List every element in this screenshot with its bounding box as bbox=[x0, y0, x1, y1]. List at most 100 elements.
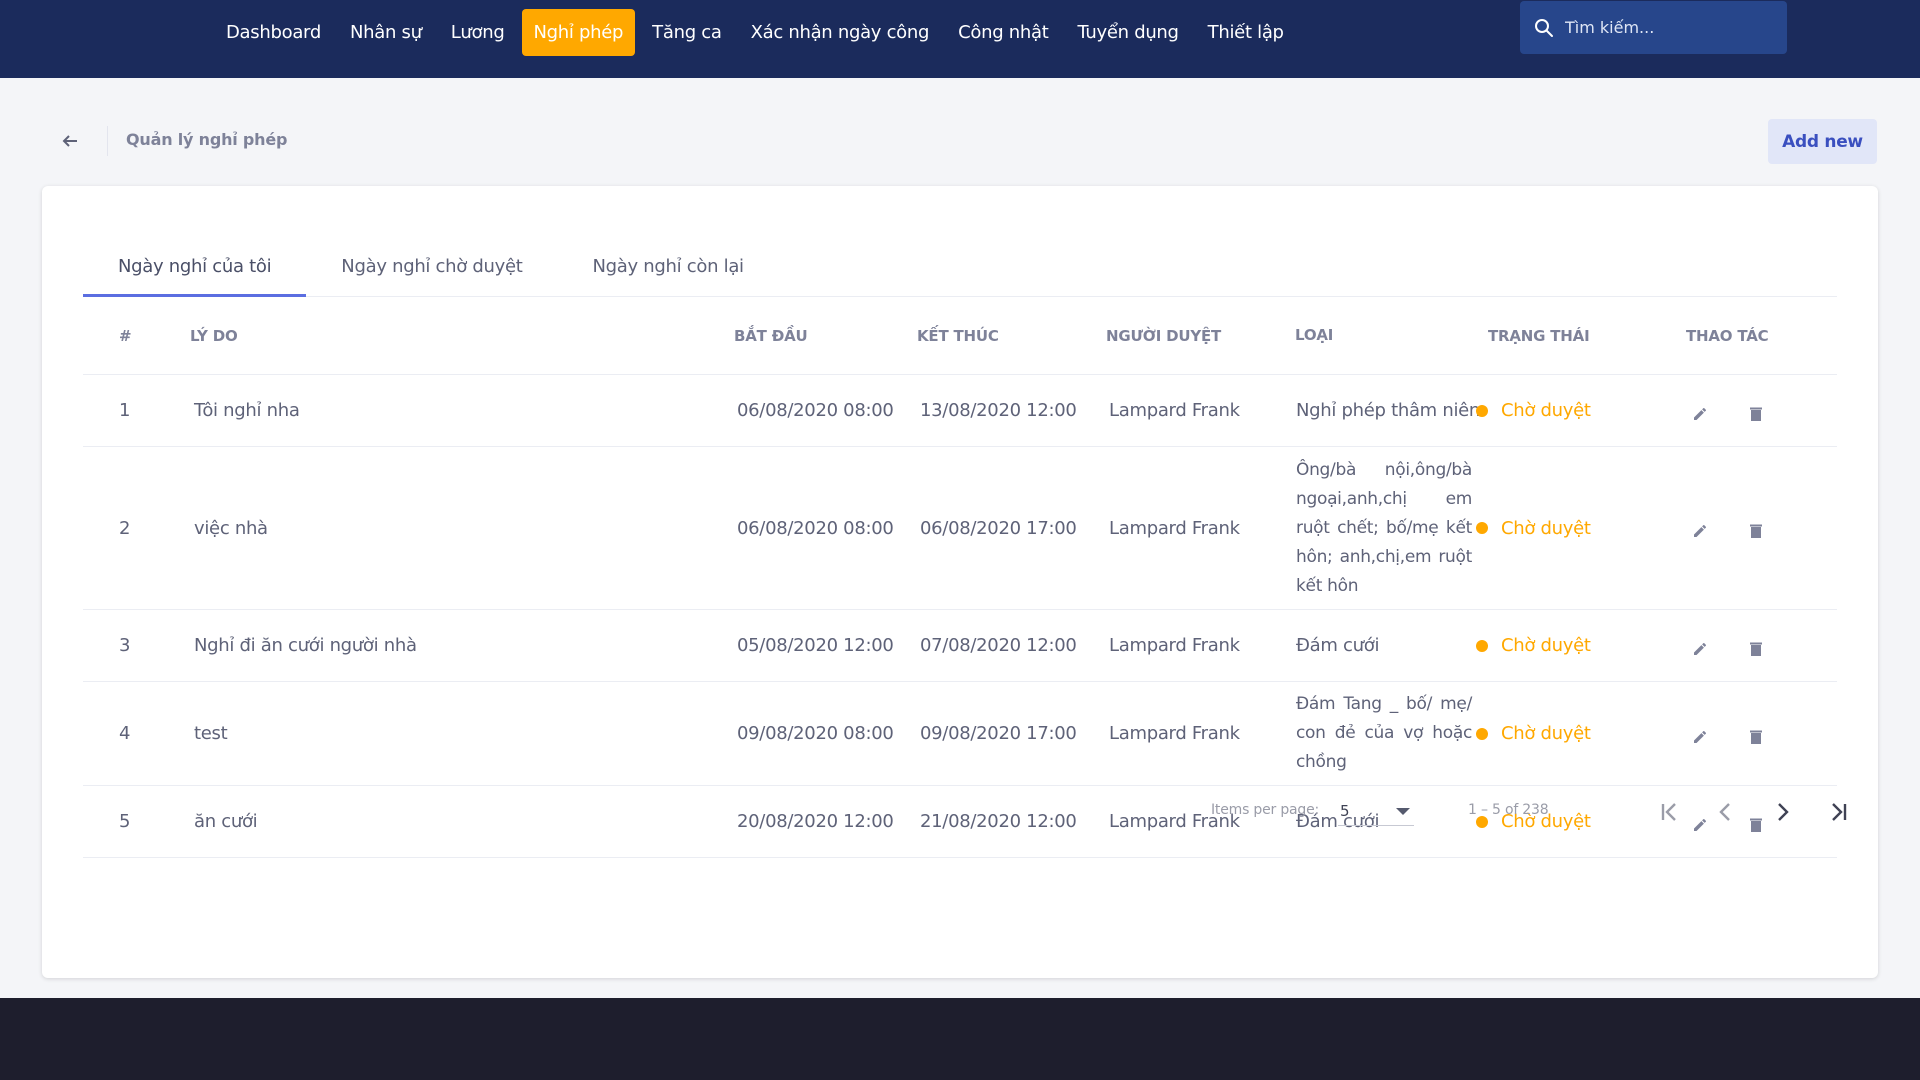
row-reason: Nghỉ đi ăn cưới người nhà bbox=[194, 635, 417, 656]
row-approver: Lampard Frank bbox=[1109, 635, 1240, 656]
delete-button[interactable] bbox=[1742, 400, 1770, 428]
nav-item-nghi-phep[interactable]: Nghỉ phép bbox=[521, 9, 636, 56]
page-title: Quản lý nghỉ phép bbox=[126, 130, 288, 149]
status-badge: Chờ duyệt bbox=[1501, 400, 1591, 421]
nav-item-tang-ca[interactable]: Tăng ca bbox=[640, 9, 733, 56]
status-dot bbox=[1476, 404, 1488, 417]
table-row: 4 test 09/08/2020 08:00 09/08/2020 17:00… bbox=[83, 682, 1837, 786]
row-num: 2 bbox=[119, 517, 131, 539]
leave-table: # LÝ DO BẮT ĐẦU KẾT THÚC NGƯỜI DUYỆT LOẠ… bbox=[83, 297, 1837, 858]
trash-icon bbox=[1750, 524, 1762, 538]
row-actions bbox=[1672, 394, 1817, 428]
status-badge: Chờ duyệt bbox=[1501, 635, 1591, 656]
row-reason: việc nhà bbox=[194, 517, 268, 539]
row-type: Đám cưới bbox=[1296, 635, 1380, 656]
subheader-divider bbox=[107, 126, 108, 156]
dropdown-arrow-icon bbox=[1396, 808, 1410, 815]
edit-button[interactable] bbox=[1686, 723, 1714, 751]
search-box[interactable] bbox=[1520, 1, 1787, 54]
row-approver: Lampard Frank bbox=[1109, 723, 1240, 744]
header-approver: NGƯỜI DUYỆT bbox=[1106, 326, 1222, 345]
search-input[interactable] bbox=[1565, 18, 1765, 37]
first-page-button[interactable] bbox=[1654, 796, 1686, 828]
nav-item-luong[interactable]: Lương bbox=[439, 9, 517, 56]
tab-my-leave[interactable]: Ngày nghỉ của tôi bbox=[83, 241, 307, 297]
row-type: Nghỉ phép thâm niên bbox=[1296, 400, 1481, 421]
row-end: 09/08/2020 17:00 bbox=[920, 723, 1077, 744]
previous-page-button[interactable] bbox=[1710, 796, 1742, 828]
row-type: Ông/bà nội,ông/bà ngoại,anh,chị em ruột … bbox=[1296, 459, 1472, 596]
status-cell: Chờ duyệt bbox=[1472, 723, 1672, 744]
table-row: 2 việc nhà 06/08/2020 08:00 06/08/2020 1… bbox=[83, 447, 1837, 610]
delete-button[interactable] bbox=[1742, 517, 1770, 545]
table-header: # LÝ DO BẮT ĐẦU KẾT THÚC NGƯỜI DUYỆT LOẠ… bbox=[83, 297, 1837, 375]
header-actions: THAO TÁC bbox=[1686, 326, 1769, 345]
items-per-page-select[interactable]: 5 bbox=[1338, 796, 1414, 826]
row-actions bbox=[1672, 629, 1817, 663]
chevron-left-icon bbox=[1719, 803, 1730, 821]
table-row: 3 Nghỉ đi ăn cưới người nhà 05/08/2020 1… bbox=[83, 610, 1837, 682]
edit-button[interactable] bbox=[1686, 635, 1714, 663]
nav-item-tuyen-dung[interactable]: Tuyển dụng bbox=[1065, 9, 1190, 56]
nav-item-xac-nhan-ngay-cong[interactable]: Xác nhận ngày công bbox=[739, 9, 942, 56]
status-badge: Chờ duyệt bbox=[1501, 517, 1591, 539]
row-end: 06/08/2020 17:00 bbox=[920, 517, 1077, 539]
row-type: Đám Tang _ bố/ mẹ/ con đẻ của vợ hoặc ch… bbox=[1296, 694, 1472, 772]
items-per-page-value: 5 bbox=[1340, 802, 1350, 820]
nav-item-nhan-su[interactable]: Nhân sự bbox=[338, 9, 434, 56]
arrow-left-icon bbox=[62, 135, 77, 147]
header-status: TRẠNG THÁI bbox=[1488, 326, 1590, 345]
edit-icon bbox=[1694, 407, 1707, 420]
delete-button[interactable] bbox=[1742, 723, 1770, 751]
delete-button[interactable] bbox=[1742, 635, 1770, 663]
row-approver: Lampard Frank bbox=[1109, 400, 1240, 421]
status-dot bbox=[1476, 639, 1488, 652]
row-reason: test bbox=[194, 723, 228, 744]
main-nav: Dashboard Nhân sự Lương Nghỉ phép Tăng c… bbox=[214, 9, 1301, 56]
edit-button[interactable] bbox=[1686, 400, 1714, 428]
chevron-right-icon bbox=[1778, 803, 1789, 821]
status-cell: Chờ duyệt bbox=[1472, 518, 1672, 539]
header-num: # bbox=[119, 326, 132, 345]
trash-icon bbox=[1750, 730, 1762, 744]
tab-remaining-leave[interactable]: Ngày nghỉ còn lại bbox=[558, 241, 779, 297]
tab-bar: Ngày nghỉ của tôi Ngày nghỉ chờ duyệt Ng… bbox=[83, 241, 1837, 297]
header-end: KẾT THÚC bbox=[917, 326, 999, 345]
items-per-page-label: Items per page: bbox=[1211, 802, 1320, 818]
status-dot bbox=[1476, 522, 1488, 534]
row-num: 3 bbox=[119, 635, 131, 656]
status-dot bbox=[1476, 727, 1488, 740]
first-page-icon bbox=[1661, 803, 1676, 821]
edit-icon bbox=[1694, 524, 1707, 537]
search-icon bbox=[1535, 18, 1553, 37]
status-cell: Chờ duyệt bbox=[1472, 635, 1672, 656]
row-actions bbox=[1672, 717, 1817, 751]
trash-icon bbox=[1750, 642, 1762, 656]
nav-item-dashboard[interactable]: Dashboard bbox=[214, 9, 333, 56]
next-page-button[interactable] bbox=[1766, 796, 1798, 828]
row-num: 4 bbox=[119, 723, 131, 744]
row-start: 09/08/2020 08:00 bbox=[737, 723, 894, 744]
last-page-icon bbox=[1832, 803, 1847, 821]
edit-button[interactable] bbox=[1686, 517, 1714, 545]
table-row: 1 Tôi nghỉ nha 06/08/2020 08:00 13/08/20… bbox=[83, 375, 1837, 447]
subheader: Quản lý nghỉ phép Add new bbox=[0, 100, 1920, 182]
footer bbox=[0, 998, 1920, 1080]
trash-icon bbox=[1750, 407, 1762, 421]
row-actions bbox=[1672, 511, 1817, 545]
row-reason: Tôi nghỉ nha bbox=[194, 400, 300, 421]
paginator: Items per page: 5 1 – 5 of 238 bbox=[42, 786, 1878, 836]
row-start: 06/08/2020 08:00 bbox=[737, 517, 894, 539]
row-start: 05/08/2020 12:00 bbox=[737, 635, 894, 656]
nav-item-cong-nhat[interactable]: Công nhật bbox=[946, 9, 1060, 56]
header-reason: LÝ DO bbox=[190, 326, 238, 345]
nav-item-thiet-lap[interactable]: Thiết lập bbox=[1196, 9, 1296, 56]
add-new-button[interactable]: Add new bbox=[1768, 119, 1877, 164]
status-cell: Chờ duyệt bbox=[1472, 400, 1672, 421]
back-button[interactable] bbox=[58, 130, 82, 152]
tab-pending-leave[interactable]: Ngày nghỉ chờ duyệt bbox=[306, 241, 557, 297]
header-type: LOẠI bbox=[1295, 326, 1334, 344]
row-start: 06/08/2020 08:00 bbox=[737, 400, 894, 421]
last-page-button[interactable] bbox=[1822, 796, 1854, 828]
edit-icon bbox=[1694, 642, 1707, 655]
